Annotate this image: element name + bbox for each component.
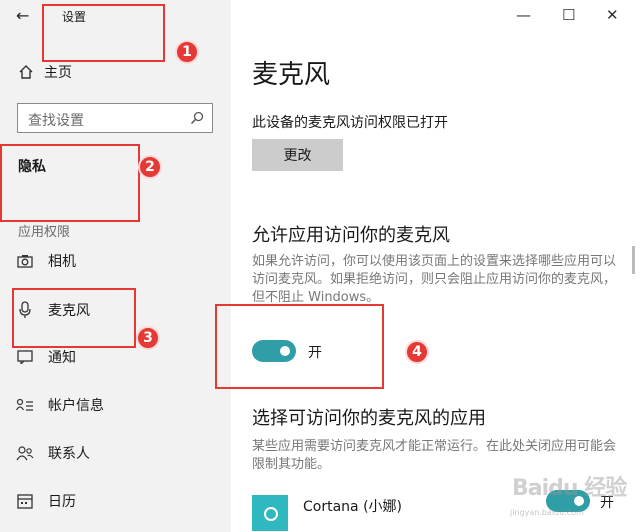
watermark: Baidu 经验 xyxy=(512,476,627,501)
sidebar-item-home-label: 主页 xyxy=(44,65,72,81)
camera-icon xyxy=(16,252,34,270)
search-input[interactable]: 查找设置 xyxy=(17,103,213,133)
cortana-app-icon xyxy=(252,495,288,531)
watermark-url: jingyan.baidu.com xyxy=(510,508,584,517)
close-icon[interactable]: ✕ xyxy=(606,6,619,24)
app-name: Cortana (小娜) xyxy=(303,499,402,515)
sidebar-item-account-info[interactable]: 帐户信息 xyxy=(16,392,104,418)
sidebar-item-label: 通知 xyxy=(48,350,76,366)
page-title: 麦克风 xyxy=(252,60,331,90)
calendar-icon xyxy=(16,492,34,510)
notification-icon xyxy=(16,348,34,366)
search-icon[interactable] xyxy=(190,111,204,125)
sidebar-item-contacts[interactable]: 联系人 xyxy=(16,440,90,466)
sidebar: ← 设置 主页 查找设置 隐私 应用权限 相机 麦克风 通知 帐户信息 联系人 … xyxy=(0,0,231,532)
group-label: 应用权限 xyxy=(18,225,71,240)
annotation-badge-1: 1 xyxy=(175,40,199,64)
sidebar-item-label: 相机 xyxy=(48,254,76,270)
sidebar-item-calendar[interactable]: 日历 xyxy=(16,488,76,514)
sidebar-item-label: 日历 xyxy=(48,494,76,510)
allow-access-heading: 允许应用访问你的麦克风 xyxy=(252,225,450,246)
annotation-badge-4: 4 xyxy=(405,340,429,364)
search-placeholder: 查找设置 xyxy=(28,113,84,129)
annotation-box-1 xyxy=(42,4,165,62)
back-arrow-icon[interactable]: ← xyxy=(16,6,29,25)
annotation-box-4 xyxy=(215,304,384,389)
choose-apps-heading: 选择可访问你的麦克风的应用 xyxy=(252,408,486,429)
annotation-badge-2: 2 xyxy=(138,155,162,179)
annotation-badge-3: 3 xyxy=(136,326,160,350)
annotation-box-3 xyxy=(12,288,136,348)
sidebar-item-home[interactable]: 主页 xyxy=(18,62,72,82)
account-info-icon xyxy=(16,396,34,414)
choose-apps-description: 某些应用需要访问麦克风才能正常运行。在此处关闭应用可能会限制其功能。 xyxy=(252,439,617,472)
contacts-icon xyxy=(16,444,34,462)
annotation-box-2 xyxy=(0,144,140,222)
sidebar-item-camera[interactable]: 相机 xyxy=(16,248,76,274)
scrollbar-thumb[interactable] xyxy=(632,246,635,274)
minimize-icon[interactable]: — xyxy=(516,6,531,24)
sidebar-item-label: 联系人 xyxy=(48,446,90,462)
device-status-text: 此设备的麦克风访问权限已打开 xyxy=(252,115,448,131)
allow-access-description: 如果允许访问，你可以使用该页面上的设置来选择哪些应用可以访问麦克风。如果拒绝访问… xyxy=(252,254,617,305)
sidebar-item-label: 帐户信息 xyxy=(48,398,104,414)
maximize-icon[interactable]: ☐ xyxy=(562,6,575,24)
change-button[interactable]: 更改 xyxy=(252,139,343,171)
home-icon xyxy=(19,65,33,79)
